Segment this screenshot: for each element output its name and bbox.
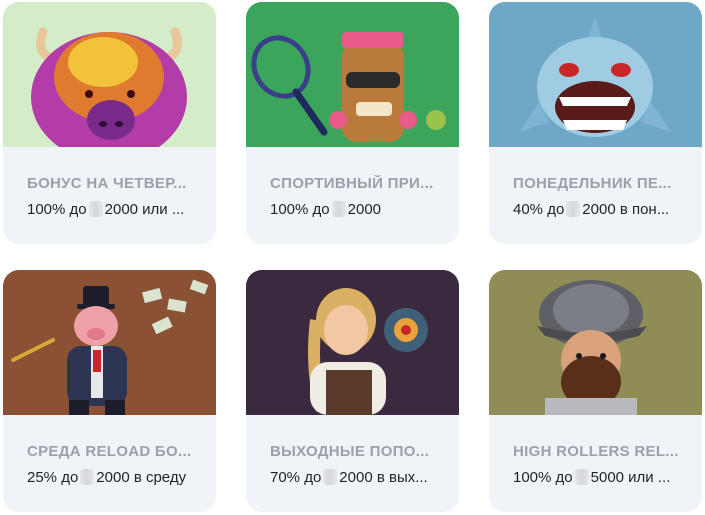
tiki-tennis-icon <box>246 2 459 147</box>
promo-card-monday[interactable]: ПОНЕДЕЛЬНИК ПЕ... 40% до 2000 в пон... <box>489 2 702 244</box>
promo-description: 100% до 2000 или ... <box>27 201 202 219</box>
promo-description: 25% до 2000 в среду <box>27 469 202 487</box>
promo-title: СРЕДА RELOAD БО... <box>27 443 192 460</box>
buffalo-icon <box>3 2 216 147</box>
pig-banker-icon <box>3 270 216 415</box>
promo-desc-prefix: 100% до <box>513 469 573 486</box>
promo-desc-suffix: 2000 в пон... <box>582 201 670 218</box>
promo-desc-suffix: 5000 или ... <box>590 469 671 486</box>
promo-title: ПОНЕДЕЛЬНИК ПЕ... <box>513 175 672 192</box>
promo-card-thursday[interactable]: БОНУС НА ЧЕТВЕР... 100% до 2000 или ... <box>3 2 216 244</box>
conquistador-icon <box>489 270 702 415</box>
promo-card-wednesday[interactable]: СРЕДА RELOAD БО... 25% до 2000 в среду <box>3 270 216 512</box>
promo-desc-suffix: 2000 в вых... <box>339 469 428 486</box>
currency-icon <box>323 469 338 485</box>
promo-art-conquistador <box>489 270 702 415</box>
promotions-grid: БОНУС НА ЧЕТВЕР... 100% до 2000 или ... С… <box>0 0 705 515</box>
promo-art-tiki <box>246 2 459 147</box>
promo-desc-prefix: 25% до <box>27 469 79 486</box>
promo-art-explorer <box>246 270 459 415</box>
promo-description: 100% до 2000 <box>270 201 445 219</box>
promo-card-weekend[interactable]: ВЫХОДНЫЕ ПОПО... 70% до 2000 в вых... <box>246 270 459 512</box>
promo-title: ВЫХОДНЫЕ ПОПО... <box>270 443 430 460</box>
currency-icon <box>574 469 589 485</box>
promo-description: 70% до 2000 в вых... <box>270 469 445 487</box>
promo-desc-prefix: 100% до <box>270 201 330 218</box>
promo-desc-prefix: 70% до <box>270 469 322 486</box>
promo-desc-prefix: 100% до <box>27 201 87 218</box>
promo-card-high-rollers[interactable]: HIGH ROLLERS REL... 100% до 5000 или ... <box>489 270 702 512</box>
promo-desc-suffix: 2000 в среду <box>96 469 187 486</box>
currency-icon <box>331 201 346 217</box>
promo-desc-suffix: 2000 <box>347 201 382 218</box>
shark-icon <box>489 2 702 147</box>
currency-icon <box>566 201 581 217</box>
promo-title: СПОРТИВНЫЙ ПРИ... <box>270 175 434 192</box>
currency-icon <box>80 469 95 485</box>
promo-title: БОНУС НА ЧЕТВЕР... <box>27 175 187 192</box>
promo-card-sport[interactable]: СПОРТИВНЫЙ ПРИ... 100% до 2000 <box>246 2 459 244</box>
explorer-woman-icon <box>246 270 459 415</box>
promo-description: 40% до 2000 в пон... <box>513 201 688 219</box>
promo-art-buffalo <box>3 2 216 147</box>
currency-icon <box>88 201 103 217</box>
promo-desc-prefix: 40% до <box>513 201 565 218</box>
promo-art-pig <box>3 270 216 415</box>
promo-desc-suffix: 2000 или ... <box>104 201 185 218</box>
promo-title: HIGH ROLLERS REL... <box>513 443 679 460</box>
promo-art-shark <box>489 2 702 147</box>
promo-description: 100% до 5000 или ... <box>513 469 688 487</box>
